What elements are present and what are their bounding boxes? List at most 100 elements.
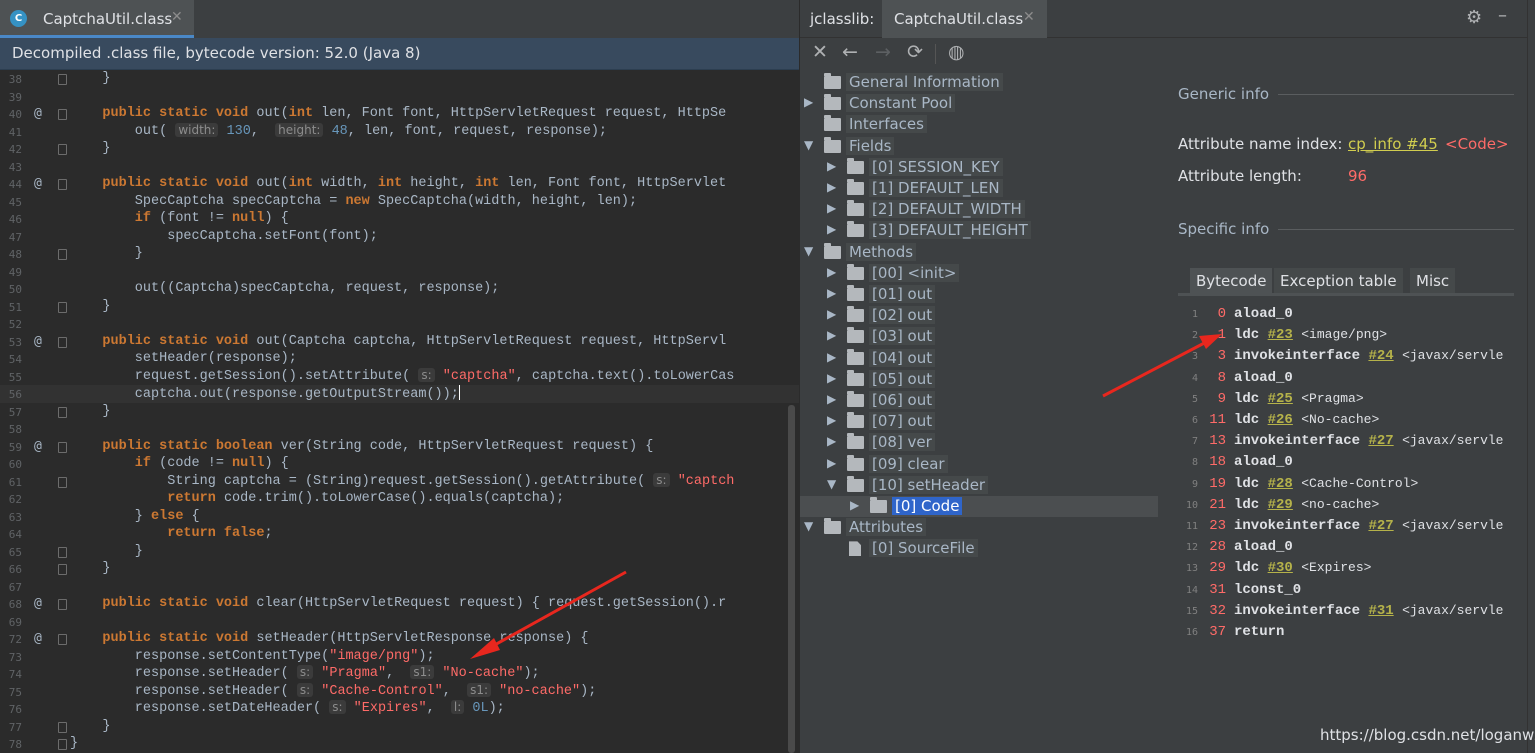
code-line[interactable]: 63 } else {: [0, 508, 799, 526]
close-icon[interactable]: ✕: [812, 41, 828, 63]
bytecode-row[interactable]: 1 0 aload_0: [1178, 304, 1535, 325]
bytecode-row[interactable]: 6 11 ldc #26 <No-cache>: [1178, 410, 1535, 431]
tree-node[interactable]: ▶ [01] out: [800, 284, 1160, 305]
expand-right-icon[interactable]: ▶: [850, 498, 859, 512]
bytecode-row[interactable]: 16 37 return: [1178, 622, 1535, 643]
fold-icon[interactable]: [58, 546, 67, 558]
tree-node[interactable]: [0] SourceFile: [800, 538, 1160, 559]
expand-right-icon[interactable]: ▶: [804, 95, 813, 109]
expand-right-icon[interactable]: ▶: [827, 392, 836, 406]
tree-node[interactable]: ▶ Constant Pool: [800, 93, 1160, 114]
tab-misc[interactable]: Misc: [1410, 268, 1456, 293]
bytecode-row[interactable]: 9 19 ldc #28 <Cache-Control>: [1178, 474, 1535, 495]
fold-icon[interactable]: [58, 564, 67, 575]
bytecode-row[interactable]: 14 31 lconst_0: [1178, 580, 1535, 601]
expand-right-icon[interactable]: ▶: [827, 413, 836, 427]
tree-node[interactable]: ▶ [0] Code: [800, 496, 1158, 517]
code-line[interactable]: 46 if (font != null) {: [0, 210, 799, 228]
code-line[interactable]: 55 request.getSession().setAttribute( s:…: [0, 367, 799, 386]
code-line[interactable]: 61 String captcha = (String)request.getS…: [0, 472, 799, 491]
fold-icon[interactable]: [58, 144, 67, 155]
constant-pool-link[interactable]: #25: [1268, 391, 1293, 407]
code-line[interactable]: 52: [0, 315, 799, 333]
bytecode-row[interactable]: 10 21 ldc #29 <no-cache>: [1178, 495, 1535, 516]
tree-node[interactable]: ▼ Fields: [800, 136, 1160, 157]
tree-node[interactable]: ▶ [08] ver: [800, 432, 1160, 453]
fold-icon[interactable]: [58, 721, 67, 733]
tree-node[interactable]: ▼ Attributes: [800, 517, 1160, 538]
bytecode-row[interactable]: 7 13 invokeinterface #27 <javax/servle: [1178, 431, 1535, 452]
expand-right-icon[interactable]: ▶: [827, 371, 836, 385]
vertical-scrollbar[interactable]: [788, 405, 795, 753]
globe-icon[interactable]: ◍: [948, 41, 965, 63]
bytecode-row[interactable]: 11 23 invokeinterface #27 <javax/servle: [1178, 516, 1535, 537]
fold-icon[interactable]: [58, 179, 67, 190]
cp-info-link[interactable]: cp_info #45: [1348, 135, 1438, 153]
code-line[interactable]: 39: [0, 88, 799, 106]
expand-down-icon[interactable]: ▼: [804, 138, 813, 152]
fold-icon[interactable]: [58, 109, 67, 120]
code-line[interactable]: 42 }: [0, 140, 799, 158]
fold-icon[interactable]: [58, 599, 67, 610]
tree-node[interactable]: ▶ [04] out: [800, 348, 1160, 369]
expand-right-icon[interactable]: ▶: [827, 434, 836, 448]
code-line[interactable]: 54 setHeader(response);: [0, 350, 799, 368]
constant-pool-link[interactable]: #27: [1368, 433, 1393, 449]
annotation-marker-icon[interactable]: @: [34, 439, 42, 454]
code-line[interactable]: 57 }: [0, 403, 799, 421]
editor-tab-captchautil[interactable]: C CaptchaUtil.class ✕: [0, 0, 194, 38]
tab-bytecode[interactable]: Bytecode: [1190, 268, 1273, 293]
code-line[interactable]: 69: [0, 613, 799, 631]
code-line[interactable]: 45 SpecCaptcha specCaptcha = new SpecCap…: [0, 193, 799, 211]
tree-node[interactable]: ▶ [0] SESSION_KEY: [800, 157, 1160, 178]
bytecode-row[interactable]: 15 32 invokeinterface #31 <javax/servle: [1178, 601, 1535, 622]
code-line[interactable]: 74 response.setHeader( s: "Pragma", s1: …: [0, 665, 799, 683]
code-line[interactable]: 66 }: [0, 560, 799, 578]
refresh-icon[interactable]: ⟳: [907, 41, 923, 63]
constant-pool-link[interactable]: #28: [1268, 476, 1293, 492]
fold-icon[interactable]: [58, 634, 67, 645]
code-line[interactable]: 50 out((Captcha)specCaptcha, request, re…: [0, 280, 799, 298]
fold-icon[interactable]: [58, 476, 67, 488]
code-line[interactable]: 41 out( width: 130, height: 48, len, fon…: [0, 122, 799, 141]
expand-right-icon[interactable]: ▶: [827, 456, 836, 470]
bytecode-row[interactable]: 12 28 aload_0: [1178, 537, 1535, 558]
expand-right-icon[interactable]: ▶: [827, 307, 836, 321]
tree-node[interactable]: ▼ Methods: [800, 242, 1160, 263]
code-line[interactable]: 40 @ public static void out(int len, Font…: [0, 105, 799, 123]
annotation-marker-icon[interactable]: @: [34, 334, 42, 349]
expand-right-icon[interactable]: ▶: [827, 180, 836, 194]
tree-node[interactable]: ▶ [09] clear: [800, 454, 1160, 475]
tree-node[interactable]: General Information: [800, 72, 1160, 93]
annotation-marker-icon[interactable]: @: [34, 631, 42, 646]
fold-icon[interactable]: [58, 739, 67, 750]
code-line[interactable]: 44 @ public static void out(int width, in…: [0, 175, 799, 193]
fold-icon[interactable]: [58, 336, 67, 348]
constant-pool-link[interactable]: #29: [1268, 497, 1293, 513]
annotation-marker-icon[interactable]: @: [34, 596, 42, 611]
tab-exception-table[interactable]: Exception table: [1274, 268, 1403, 293]
tree-node[interactable]: Interfaces: [800, 114, 1160, 135]
fold-icon[interactable]: [58, 441, 67, 453]
constant-pool-link[interactable]: #26: [1268, 412, 1293, 428]
fold-icon[interactable]: [58, 74, 67, 85]
bytecode-row[interactable]: 3 3 invokeinterface #24 <javax/servle: [1178, 346, 1535, 367]
code-line[interactable]: 76 response.setDateHeader( s: "Expires",…: [0, 700, 799, 718]
expand-right-icon[interactable]: ▶: [827, 328, 836, 342]
back-arrow-icon[interactable]: ←: [842, 41, 858, 63]
fold-icon[interactable]: [58, 301, 67, 313]
expand-right-icon[interactable]: ▶: [827, 222, 836, 236]
expand-right-icon[interactable]: ▶: [827, 350, 836, 364]
tree-node[interactable]: ▶ [05] out: [800, 369, 1160, 390]
expand-down-icon[interactable]: ▼: [804, 244, 813, 258]
expand-right-icon[interactable]: ▶: [827, 286, 836, 300]
constant-pool-link[interactable]: #30: [1268, 560, 1293, 576]
tree-node[interactable]: ▶ [1] DEFAULT_LEN: [800, 178, 1160, 199]
bytecode-row[interactable]: 13 29 ldc #30 <Expires>: [1178, 558, 1535, 579]
code-area[interactable]: 38 } 39 40 @ public static void out(int len…: [0, 70, 799, 753]
forward-arrow-icon[interactable]: →: [875, 41, 891, 63]
constant-pool-link[interactable]: #27: [1368, 518, 1393, 534]
tree-node[interactable]: ▶ [02] out: [800, 305, 1160, 326]
minimize-icon[interactable]: –: [1498, 5, 1507, 26]
code-line[interactable]: 48 }: [0, 245, 799, 263]
